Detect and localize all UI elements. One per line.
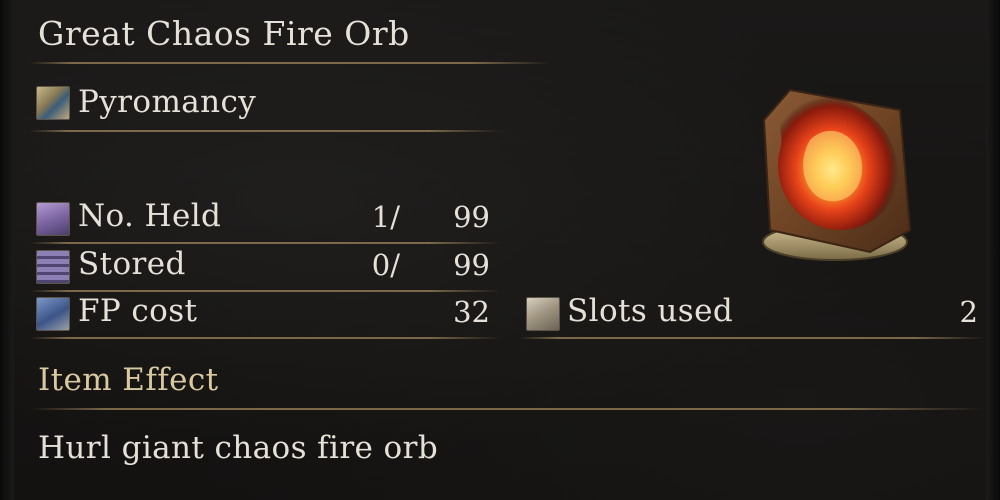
item-category: Pyromancy (78, 84, 257, 120)
fp-cost-label: FP cost (78, 293, 198, 329)
held-divider (30, 242, 500, 244)
held-label: No. Held (78, 198, 222, 234)
item-title: Great Chaos Fire Orb (38, 14, 410, 53)
pyromancy-icon (36, 86, 70, 120)
item-effect-text: Hurl giant chaos fire orb (38, 430, 439, 466)
pyromancy-scroll-fire-icon (762, 88, 912, 261)
chest-icon (36, 250, 70, 284)
stored-max: 99 (453, 248, 490, 282)
attunement-slot-icon (526, 297, 560, 331)
stored-divider (30, 290, 500, 292)
stored-current: 0/ (371, 248, 400, 282)
fp-cost-divider (30, 337, 500, 339)
slots-used-value: 2 (959, 295, 978, 329)
fp-cost-value: 32 (453, 295, 490, 329)
frame-left-edge (0, 0, 14, 500)
frame-right-edge (986, 0, 1000, 500)
item-effect-heading: Item Effect (38, 362, 219, 398)
category-divider (30, 130, 500, 132)
item-detail-panel: Great Chaos Fire Orb Pyromancy No. Held … (0, 0, 1000, 500)
fp-icon (36, 297, 70, 331)
effect-divider (30, 408, 985, 410)
title-divider (30, 62, 550, 64)
stored-label: Stored (78, 246, 186, 282)
pouch-icon (36, 202, 70, 236)
held-max: 99 (453, 200, 490, 234)
slots-used-label: Slots used (567, 293, 734, 329)
held-current: 1/ (371, 200, 400, 234)
slots-divider (520, 337, 985, 339)
